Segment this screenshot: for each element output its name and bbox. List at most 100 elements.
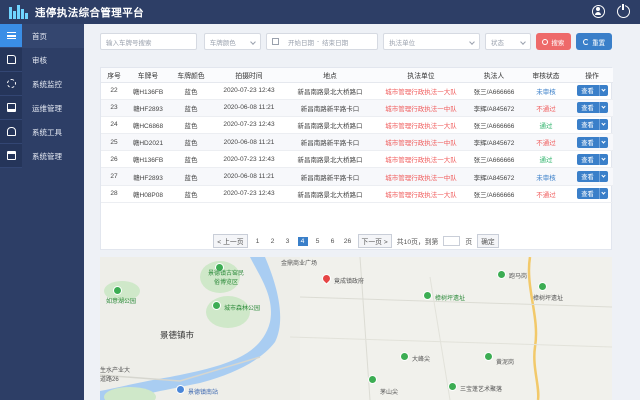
power-icon[interactable] [617,4,630,18]
tools-icon [0,120,22,144]
map-label-maoshan: 茅山尖 [380,390,399,396]
row-place: 新昌南路景北大桥路口 [285,185,375,203]
plate-color-placeholder: 车牌颜色 [209,39,236,47]
chevron-down-icon[interactable] [598,188,608,200]
date-range-picker[interactable]: 开始日期 - 结束日期 [265,33,379,50]
view-button[interactable]: 查看 [576,85,608,97]
page-6[interactable]: 6 [328,238,338,245]
chevron-down-icon[interactable] [598,102,608,114]
row-no: 27 [101,167,127,186]
sidebar-item-settings[interactable]: 系统管理 [0,144,84,168]
status-select[interactable]: 状态 [484,33,531,50]
table-row[interactable]: 28 赣H08P08 蓝色 2020-07-23 12:43 新昌南路景北大桥路口 城市管… [101,185,613,203]
row-time: 2020-06-08 11:21 [213,99,285,117]
row-action: 查看 [571,99,613,117]
view-button[interactable]: 查看 [576,136,608,148]
header-no: 序号 [101,68,127,83]
sidebar-item-monitor[interactable]: 系统监控 [0,72,84,96]
row-plate: 赣H136FB [127,82,169,100]
sidebar-item-label: 首页 [32,31,47,41]
row-officer: 李辉/A845672 [467,167,521,186]
map-label-horse: 跑马岗 [509,274,528,280]
view-button[interactable]: 查看 [576,171,608,183]
map-poi-icon[interactable] [448,382,457,391]
sidebar-item-ops[interactable]: 运维管理 [0,96,84,120]
table-row[interactable]: 22 赣H136FB 蓝色 2020-07-23 12:43 新昌南路景北大桥路口 城市管… [101,82,613,100]
chevron-down-icon[interactable] [598,136,608,148]
row-place: 新昌南路景北大桥路口 [285,116,375,135]
table-row[interactable]: 23 赣HF2893 蓝色 2020-06-08 11:21 新昌南路新平路卡口 城市管理… [101,99,613,117]
table-row[interactable]: 25 赣HD2021 蓝色 2020-06-08 11:21 新昌南路新平路卡口 城市管理… [101,133,613,152]
unit-placeholder: 执法单位 [389,39,416,47]
search-button[interactable]: 搜索 [535,33,572,50]
sidebar-item-home[interactable]: 首页 [0,24,84,48]
chevron-down-icon[interactable] [598,153,608,165]
goto-confirm-button[interactable]: 确定 [477,234,499,248]
view-button[interactable]: 查看 [576,188,608,200]
page-1[interactable]: 1 [253,238,263,245]
start-date-field[interactable]: 开始日期 [288,37,314,47]
row-status: 通过 [521,150,571,169]
table-row[interactable]: 24 赣HC6868 蓝色 2020-07-23 12:43 新昌南路景北大桥路口 城市管… [101,116,613,135]
page-5[interactable]: 5 [313,238,323,245]
sidebar-item-tools[interactable]: 系统工具 [0,120,84,144]
map-poi-icon[interactable] [400,352,409,361]
row-action: 查看 [571,150,613,169]
map-label-zhanghe: 樟树坪遗址 [435,296,466,302]
row-plate-color: 蓝色 [169,185,213,203]
chevron-down-icon[interactable] [598,171,608,183]
map-poi-icon[interactable] [212,301,221,310]
map-label-gov: 竟成镇政府 [334,279,365,285]
map-poi-icon[interactable] [368,375,377,384]
current-page[interactable]: 4 [297,236,308,246]
row-plate-color: 蓝色 [169,82,213,100]
view-button-label: 查看 [581,139,594,147]
map-poi-icon[interactable] [113,286,122,295]
row-time: 2020-06-08 11:21 [213,133,285,152]
reset-button[interactable]: 重置 [576,33,612,50]
map-poi-icon[interactable] [484,352,493,361]
search-icon [542,38,549,45]
view-button[interactable]: 查看 [576,153,608,165]
next-page-button[interactable]: 下一页 > [357,234,392,248]
chevron-down-icon[interactable] [598,85,608,97]
map-view[interactable]: 金鼎商业广场 竟成镇政府 跑马岗 景德镇古窑民俗博览区 樟树坪遗址 如意湖公园 … [100,257,612,400]
row-officer: 李辉/A845672 [467,99,521,117]
map-station-icon[interactable] [176,385,185,394]
map-poi-icon[interactable] [423,291,432,300]
header-action: 操作 [571,68,613,83]
row-no: 24 [101,116,127,135]
plate-search-input[interactable]: 输入车牌号搜索 [100,33,197,50]
user-icon[interactable] [592,5,605,18]
sidebar-item-audit[interactable]: 审核 [0,48,84,72]
map-poi-icon[interactable] [538,282,547,291]
row-officer: 李辉/A845672 [467,133,521,152]
sidebar-item-label: 审核 [32,55,47,65]
end-date-field[interactable]: 结束日期 [322,37,348,47]
view-button-label: 查看 [581,122,594,130]
page-26[interactable]: 26 [343,238,353,245]
row-action: 查看 [571,167,613,186]
filter-bar: 输入车牌号搜索 车牌颜色 开始日期 - 结束日期 执法单位 状态 搜索 重置 [100,33,612,50]
refresh-icon [583,38,590,45]
plate-color-select[interactable]: 车牌颜色 [203,33,261,50]
page-2[interactable]: 2 [268,238,278,245]
chevron-down-icon[interactable] [598,119,608,131]
row-time: 2020-07-23 12:43 [213,185,285,203]
goto-page-input[interactable] [443,236,461,246]
row-unit: 城市管理行政执法一中队 [375,99,467,117]
row-officer: 张三/A666666 [467,116,521,135]
view-button[interactable]: 查看 [576,119,608,131]
prev-page-button[interactable]: < 上一页 [213,234,248,248]
map-poi-icon[interactable] [497,270,506,279]
row-unit: 城市管理行政执法一大队 [375,150,467,169]
app-logo-icon [9,5,29,19]
row-unit: 城市管理行政执法一大队 [375,116,467,135]
table-row[interactable]: 27 赣HF2893 蓝色 2020-06-08 11:21 新昌南路新平路卡口 城市管理… [101,167,613,186]
view-button[interactable]: 查看 [576,102,608,114]
table-row[interactable]: 26 赣H136FB 蓝色 2020-07-23 12:43 新昌南路景北大桥路口 城市管… [101,150,613,169]
page-3[interactable]: 3 [283,238,293,245]
records-table: 序号 车牌号 车牌颜色 拍摄时间 地点 执法单位 执法人 审核状态 操作 22 赣… [101,68,613,203]
header-place: 地点 [285,68,375,83]
unit-select[interactable]: 执法单位 [383,33,480,50]
